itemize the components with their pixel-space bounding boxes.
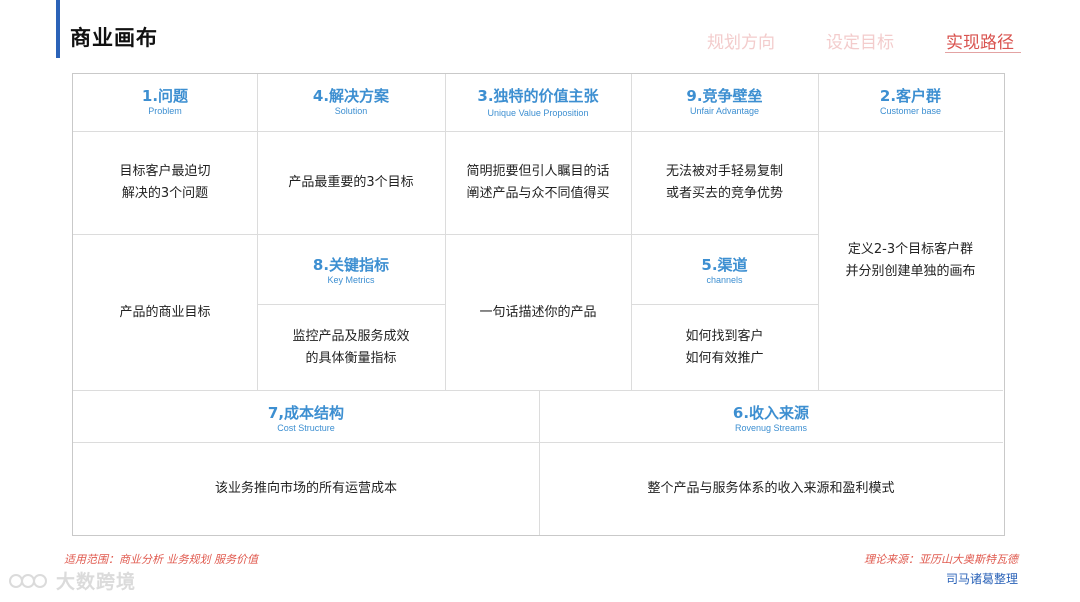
segments-text: 定义2-3个目标客户群 并分别创建单独的画布: [845, 242, 976, 279]
watermark-logo-icon: [9, 573, 47, 588]
problem-text: 目标客户最迫切 解决的3个问题: [119, 164, 211, 201]
cost-header: 7,成本结构 Cost Structure: [73, 404, 539, 433]
revenue-text: 整个产品与服务体系的收入来源和盈利模式: [647, 481, 895, 496]
channels-title: 5.渠道: [701, 256, 748, 274]
segments-subtitle: Customer base: [879, 106, 942, 116]
page-title: 商业画布: [70, 26, 158, 50]
revenue-subtitle: Rovenug Streams: [734, 423, 808, 433]
problem-subtitle: Problem: [148, 106, 182, 116]
uvp-title: 3.独特的价值主张: [477, 87, 599, 105]
problem-header: 1.问题 Problem: [73, 87, 257, 116]
watermark: 大数跨境: [8, 567, 136, 594]
metrics-text: 监控产品及服务成效 的具体衡量指标: [292, 328, 410, 366]
business-goal-text: 产品的商业目标: [119, 304, 211, 320]
nav-plan-direction[interactable]: 规划方向: [707, 28, 775, 53]
revenue-header: 6.收入来源 Rovenug Streams: [539, 404, 1003, 433]
cost-text: 该业务推向市场的所有运营成本: [214, 481, 397, 496]
source-note: 理论来源：亚历山大奥斯特瓦德: [864, 553, 1018, 566]
nav-implementation-path[interactable]: 实现路径: [946, 28, 1014, 53]
scope-note: 适用范围：商业分析 业务规划 服务价值: [64, 553, 258, 566]
channels-subtitle: channels: [706, 275, 743, 285]
advantage-subtitle: Unfair Advantage: [689, 106, 760, 116]
channels-text: 如何找到客户 如何有效推广: [685, 328, 764, 366]
uvp-one-liner: 一句话描述你的产品: [479, 304, 597, 320]
segments-title: 2.客户群: [879, 87, 942, 105]
channels-header: 5.渠道 channels: [631, 256, 818, 285]
metrics-subtitle: Key Metrics: [327, 275, 375, 285]
cost-subtitle: Cost Structure: [277, 423, 335, 433]
problem-title: 1.问题: [141, 87, 189, 105]
active-nav-underline: [945, 52, 1021, 53]
cost-title: 7,成本结构: [267, 404, 345, 422]
advantage-text: 无法被对手轻易复制 或者买去的竞争优势: [665, 164, 783, 201]
solution-text: 产品最重要的3个目标: [288, 175, 414, 190]
editor-note: 司马诸葛整理: [945, 572, 1018, 586]
metrics-header: 8.关键指标 Key Metrics: [257, 256, 445, 285]
business-canvas: 1.问题 Problem 目标客户最迫切 解决的3个问题 产品的商业目标 4.解…: [72, 73, 1005, 536]
solution-title: 4.解决方案: [312, 87, 390, 105]
revenue-title: 6.收入来源: [732, 404, 810, 422]
advantage-title: 9.竞争壁垒: [686, 87, 763, 105]
segments-header: 2.客户群 Customer base: [818, 87, 1003, 116]
uvp-text: 简明扼要但引人瞩目的话 阐述产品与众不同值得买: [466, 164, 610, 201]
uvp-header: 3.独特的价值主张 Unique Value Proposition: [445, 87, 631, 118]
solution-subtitle: Solution: [334, 106, 368, 116]
title-accent-bar: [56, 0, 60, 58]
nav-set-goals[interactable]: 设定目标: [826, 28, 894, 53]
advantage-header: 9.竞争壁垒 Unfair Advantage: [631, 87, 818, 116]
uvp-subtitle: Unique Value Proposition: [487, 108, 589, 118]
solution-header: 4.解决方案 Solution: [257, 87, 445, 116]
divider: [73, 390, 1003, 391]
metrics-title: 8.关键指标: [312, 256, 390, 274]
watermark-text: 大数跨境: [56, 571, 137, 593]
